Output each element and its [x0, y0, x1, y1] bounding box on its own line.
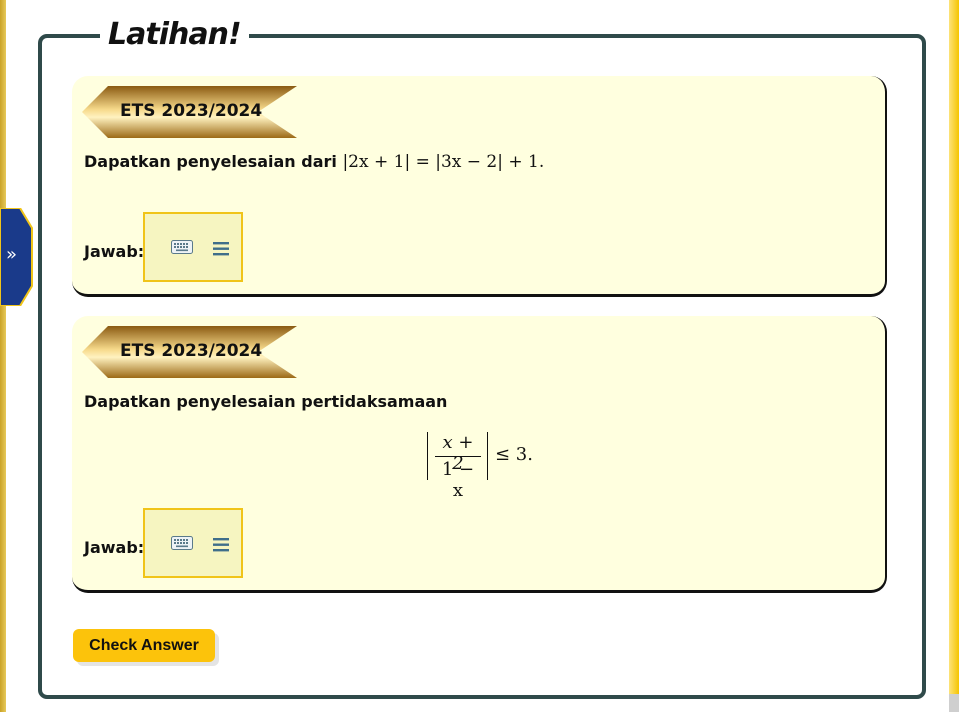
fraction-denominator: 1 − x	[441, 459, 475, 501]
double-chevron-right-icon: »	[6, 244, 18, 265]
abs-bar-left	[427, 432, 428, 480]
scrollbar-corner	[949, 694, 959, 712]
exam-badge-label: ETS 2023/2024	[120, 341, 263, 361]
check-answer-button[interactable]: Check Answer	[73, 629, 215, 662]
answer-input[interactable]	[143, 212, 243, 282]
keyboard-icon[interactable]	[171, 240, 193, 254]
question-text: Dapatkan penyelesaian dari |2x + 1| = |3…	[84, 152, 544, 172]
hamburger-menu-icon[interactable]	[213, 538, 229, 552]
fraction-line	[435, 456, 481, 457]
right-scroll-strip	[949, 0, 959, 712]
question-card-2: ETS 2023/2024 Dapatkan penyelesaian pert…	[72, 316, 887, 593]
sidebar-toggle-tab[interactable]: »	[0, 208, 34, 306]
exam-badge-label: ETS 2023/2024	[120, 101, 263, 121]
exam-badge-ribbon: ETS 2023/2024	[82, 326, 302, 378]
answer-label: Jawab:	[84, 538, 145, 557]
answer-label: Jawab:	[84, 242, 145, 261]
exam-badge-ribbon: ETS 2023/2024	[82, 86, 302, 138]
abs-bar-right	[487, 432, 488, 480]
question-card-1: ETS 2023/2024 Dapatkan penyelesaian dari…	[72, 76, 887, 297]
exercise-title: Latihan!	[100, 17, 249, 52]
inequality-rhs: ≤ 3.	[495, 444, 533, 465]
keyboard-icon[interactable]	[171, 536, 193, 550]
question-prompt: Dapatkan penyelesaian pertidaksamaan	[84, 392, 448, 411]
question-math: |2x + 1| = |3x − 2| + 1.	[342, 152, 545, 172]
answer-input[interactable]	[143, 508, 243, 578]
hamburger-menu-icon[interactable]	[213, 242, 229, 256]
question-prompt: Dapatkan penyelesaian dari	[84, 152, 337, 171]
